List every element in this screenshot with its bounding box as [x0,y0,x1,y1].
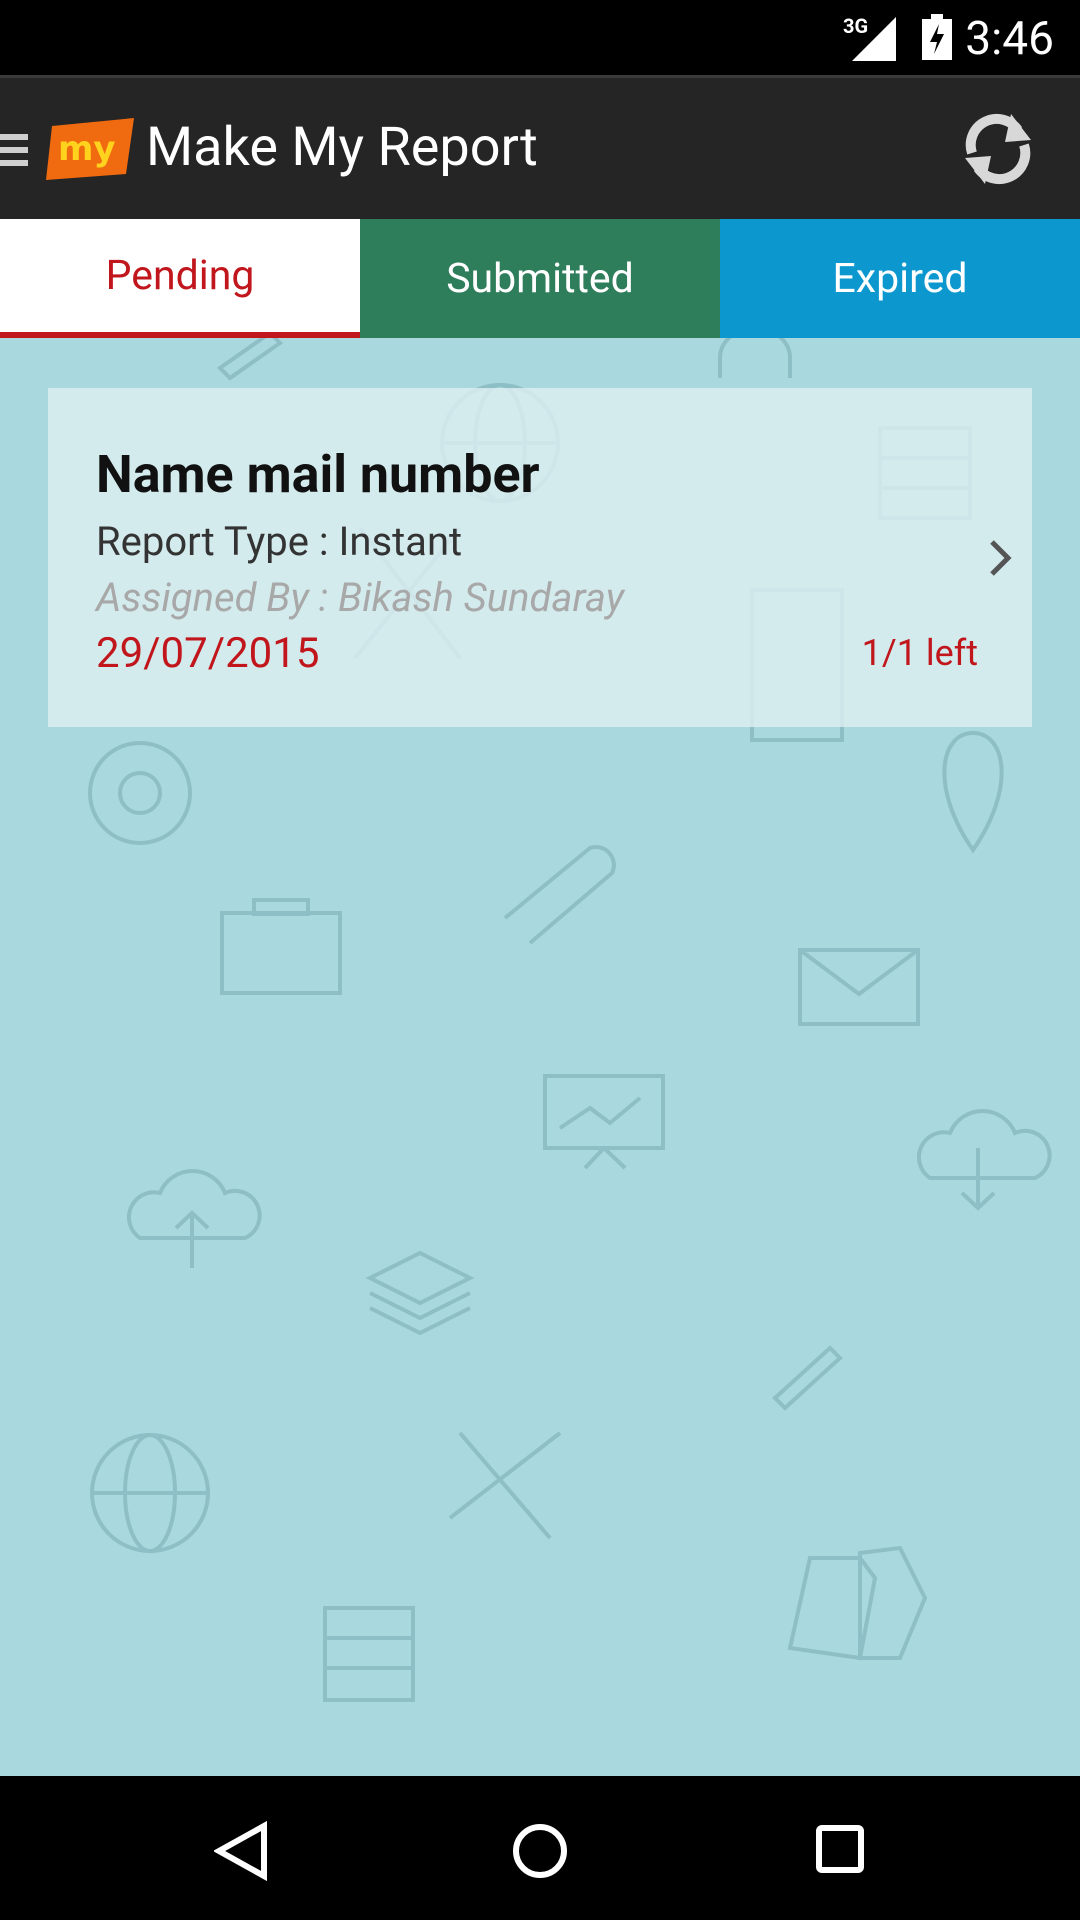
cloud-upload-icon [126,1169,262,1268]
pencil-icon-2 [772,1345,843,1411]
ruler-icon-2 [448,1431,562,1540]
menu-icon[interactable] [0,128,30,172]
tab-bar: Pending Submitted Expired [0,219,1080,338]
chevron-right-icon[interactable] [986,536,1016,580]
app-title: Make My Report [146,116,538,179]
location-pin-icon [942,730,1004,854]
cabinet-icon-2 [323,1606,415,1702]
signal-icon [852,17,896,61]
envelope-icon [798,948,920,1026]
tab-expired[interactable]: Expired [720,219,1080,338]
tab-pending-label: Pending [105,251,255,300]
report-date: 29/07/2015 [96,629,320,678]
globe-icon-2 [90,1433,210,1553]
report-list-area[interactable]: Name mail number Report Type : Instant A… [0,338,1080,1776]
remaining-count: 1/1 left [861,632,978,674]
report-type: Report Type : Instant [96,518,463,565]
svg-text:my: my [58,129,116,169]
recent-apps-icon[interactable] [815,1824,865,1874]
gear-icon [88,741,192,845]
status-bar: 3G 3:46 [0,0,1080,75]
tab-submitted[interactable]: Submitted [360,219,720,338]
report-card[interactable]: Name mail number Report Type : Instant A… [48,388,1032,727]
cloud-download-icon [916,1109,1052,1211]
battery-icon [922,14,952,60]
system-nav-bar [0,1776,1080,1920]
documents-icon [787,1545,928,1661]
presentation-icon [543,1074,665,1170]
layers-icon [365,1250,475,1336]
refresh-icon[interactable] [955,106,1041,192]
home-icon[interactable] [512,1821,568,1881]
clock: 3:46 [965,12,1054,66]
paperclip-icon [503,845,616,945]
tab-submitted-label: Submitted [446,254,634,303]
back-icon[interactable] [214,1821,270,1881]
person-icon [718,338,792,378]
tab-expired-label: Expired [832,254,968,303]
pencil-icon [216,338,284,381]
app-bar: my Make My Report [0,75,1080,219]
assigned-by: Assigned By : Bikash Sundaray [96,574,625,621]
briefcase-icon [220,898,342,995]
report-title: Name mail number [96,444,540,505]
app-logo: my [46,118,134,180]
tab-pending[interactable]: Pending [0,219,360,338]
